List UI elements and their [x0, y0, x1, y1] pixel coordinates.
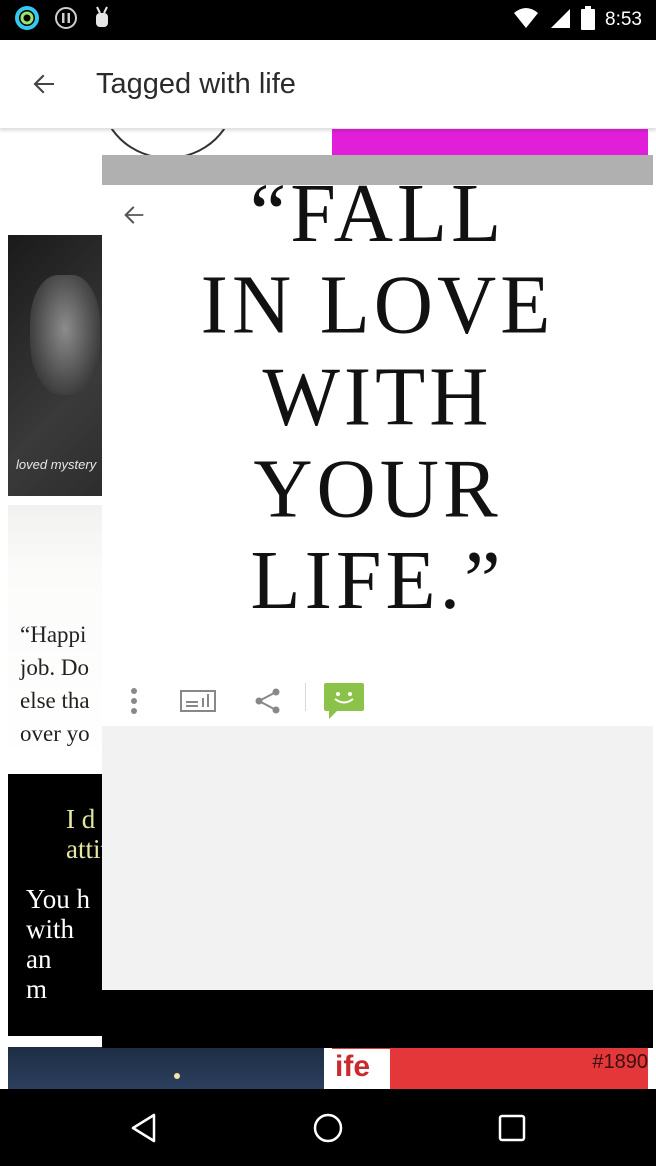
more-vert-icon: [131, 688, 137, 714]
recents-square-icon: [498, 1114, 526, 1142]
set-wallpaper-icon: [180, 690, 216, 712]
more-options-button[interactable]: [110, 677, 158, 725]
ring-app-icon: [14, 5, 40, 36]
arrow-back-icon: [33, 74, 54, 94]
image-word-snippet: ife: [332, 1049, 390, 1089]
share-icon: [255, 688, 280, 714]
set-wallpaper-button[interactable]: [174, 677, 222, 725]
quote-text-snippet: “Happi job. Do else tha over yo: [20, 622, 90, 746]
light-dot: [174, 1073, 180, 1079]
chat-button[interactable]: [320, 677, 368, 725]
page-title: Tagged with life: [96, 68, 296, 100]
grid-image-bottom-left[interactable]: [8, 1047, 324, 1089]
home-circle-icon: [313, 1113, 343, 1143]
grid-image-bottom-right[interactable]: ife #1890: [332, 1047, 648, 1089]
status-time: 8:53: [605, 9, 642, 30]
nav-back-button[interactable]: [114, 1103, 174, 1153]
viewer-empty-area: [102, 726, 653, 990]
signal-icon: [549, 7, 571, 34]
battery-icon: [581, 5, 596, 35]
share-button[interactable]: [244, 677, 292, 725]
nav-recents-button[interactable]: [482, 1103, 542, 1153]
back-triangle-icon: [131, 1113, 156, 1143]
viewer-back-button[interactable]: [114, 195, 154, 235]
wifi-icon: [513, 7, 539, 34]
navigation-bar: [0, 1089, 656, 1166]
image-hashtag: #1890: [592, 1051, 648, 1073]
arrow-back-icon: [124, 206, 144, 224]
status-notification-icons: [14, 5, 112, 36]
viewer-bottom-bar: [102, 990, 653, 1048]
portrait-figure: [30, 275, 100, 395]
quote-body-snippet: You h with an m: [26, 884, 91, 1004]
viewer-image[interactable]: “FALL IN LOVE WITH YOUR LIFE.”: [102, 185, 653, 675]
status-system-icons: 8:53: [513, 5, 642, 35]
chat-smiley-icon: [324, 683, 364, 719]
app-bar: Tagged with life: [0, 40, 656, 129]
nav-home-button[interactable]: [298, 1103, 358, 1153]
info-circle-icon: [54, 6, 78, 35]
viewer-toolbar: [102, 675, 653, 726]
viewer-top-strip: [102, 155, 653, 185]
back-button[interactable]: [20, 60, 68, 108]
status-bar: 8:53: [0, 0, 656, 40]
viewer-quote-text: “FALL IN LOVE WITH YOUR LIFE.”: [200, 185, 555, 627]
grid-image-caption: loved mystery: [16, 457, 97, 472]
android-debug-icon: [92, 5, 112, 36]
image-viewer: “FALL IN LOVE WITH YOUR LIFE.”: [102, 155, 653, 1048]
toolbar-divider: [305, 683, 306, 711]
